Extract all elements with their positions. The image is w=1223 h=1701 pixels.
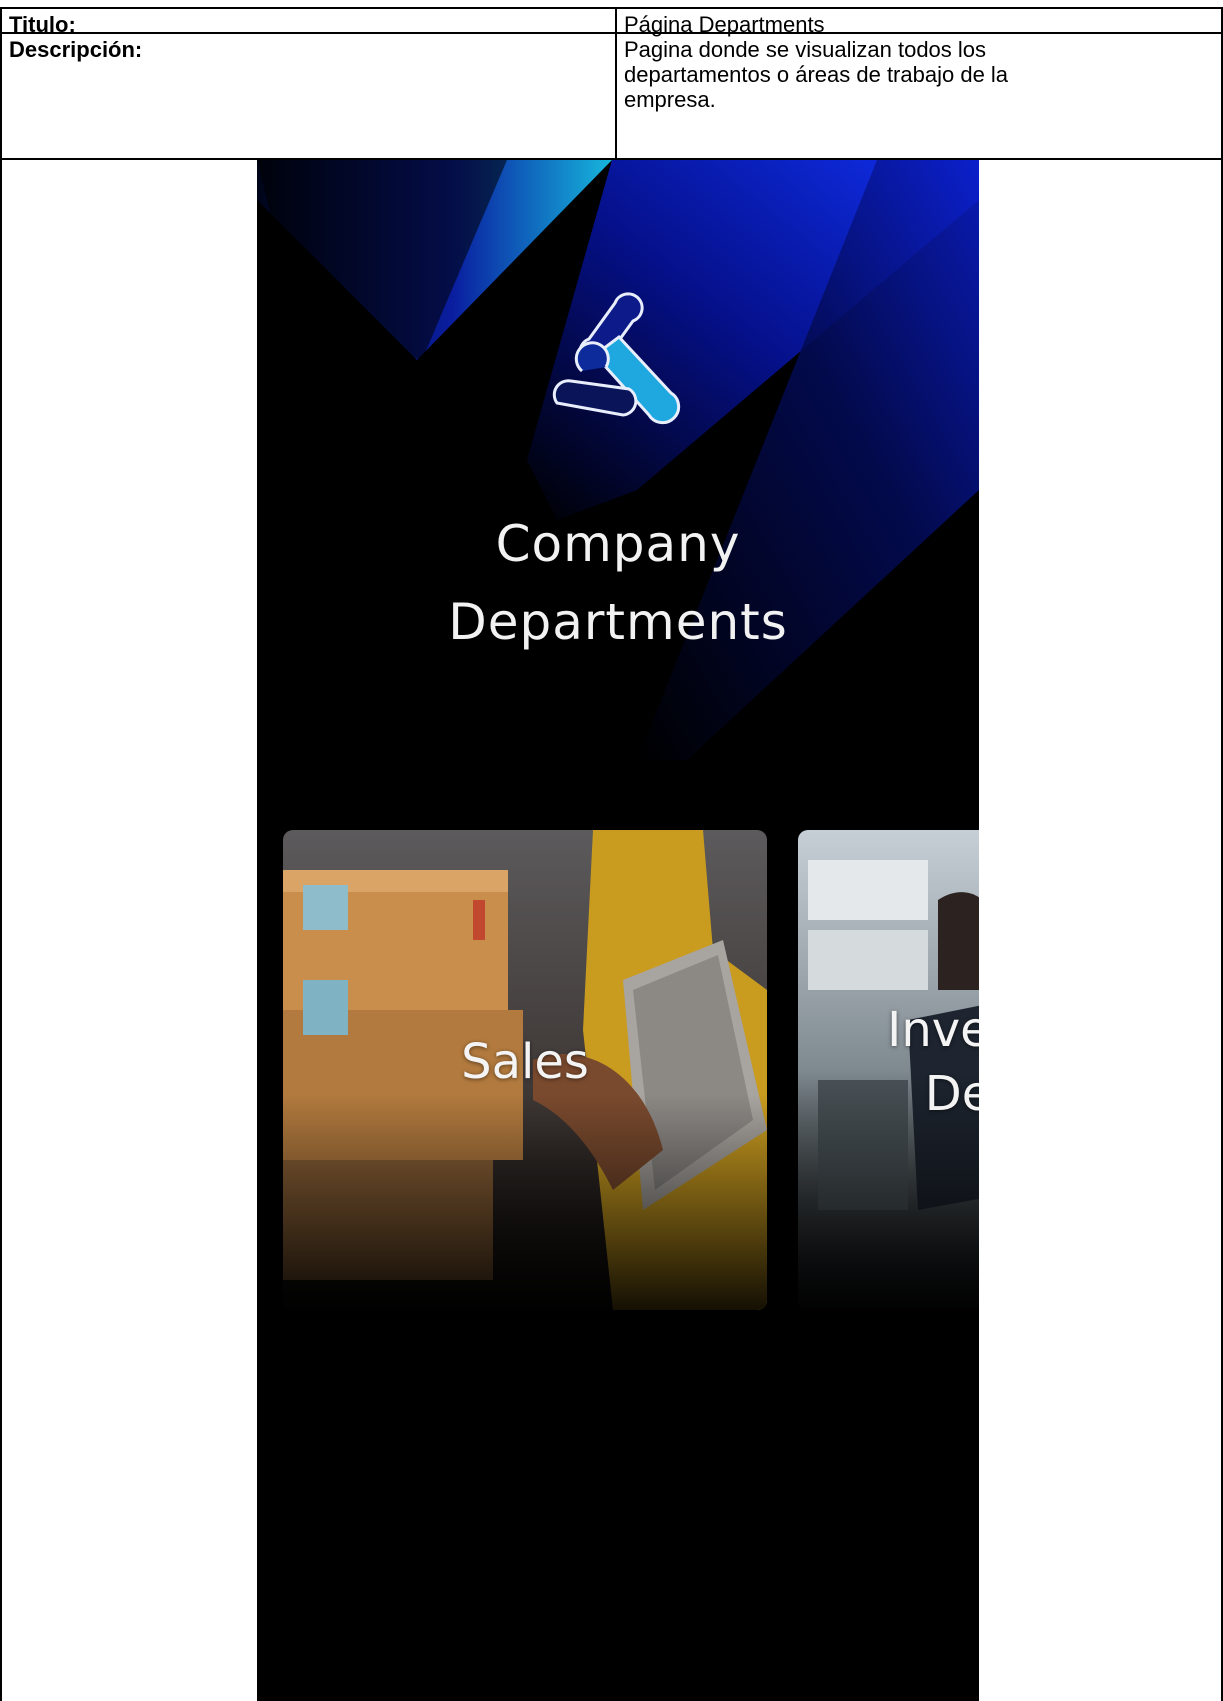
department-card-label-line: Investi: [887, 1002, 979, 1058]
page-heading-line: Departments: [448, 593, 788, 651]
department-carousel[interactable]: Sales Inve De: [257, 830, 979, 1310]
description-value: Pagina donde se visualizan todos los dep…: [615, 32, 1223, 159]
header-background: [257, 160, 979, 760]
page-heading-line: Company: [495, 515, 741, 573]
department-card-research[interactable]: Investi Deve: [798, 830, 979, 1310]
department-card-sales[interactable]: Sales: [283, 830, 767, 1310]
title-label: Titulo:: [0, 7, 615, 37]
department-card-label: Sales: [461, 1034, 589, 1090]
department-card-label: Investi Deve: [802, 998, 979, 1126]
company-logo: [552, 292, 681, 425]
title-value: Página Departments: [615, 7, 1223, 37]
screenshot-row: Company Departments Sales Inve De: [0, 158, 1223, 1701]
description-label: Descripción:: [0, 32, 615, 159]
spec-table: Titulo: Página Departments Descripción: …: [0, 0, 1223, 1701]
department-card-label-line: Deve: [924, 1066, 979, 1122]
title-row: Titulo: Página Departments: [0, 7, 1223, 37]
page-heading: Company Departments: [257, 505, 979, 661]
description-row: Descripción: Pagina donde se visualizan …: [0, 32, 1223, 159]
description-line: Pagina donde se visualizan todos los: [624, 37, 987, 62]
description-line: empresa.: [624, 87, 716, 112]
description-line: departamentos o áreas de trabajo de la: [624, 62, 1009, 87]
app-screen: Company Departments Sales Inve De: [257, 160, 979, 1701]
